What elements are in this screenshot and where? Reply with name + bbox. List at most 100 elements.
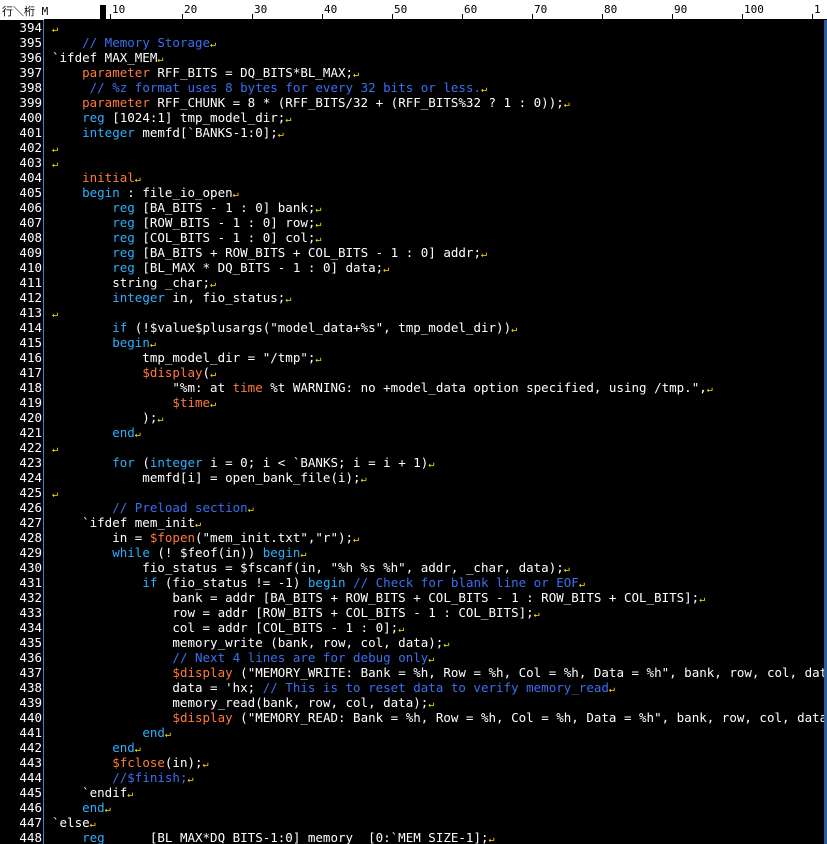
newline-marker-icon: ↵ bbox=[52, 159, 59, 170]
code-line[interactable]: 414 if (!$value$plusargs("model_data+%s"… bbox=[0, 320, 827, 335]
code-line[interactable]: 445 `endif↵ bbox=[0, 785, 827, 800]
newline-marker-icon: ↵ bbox=[480, 249, 488, 260]
code-line[interactable]: 442 end↵ bbox=[0, 740, 827, 755]
code-line[interactable]: 447 `else↵ bbox=[0, 815, 827, 830]
code-line[interactable]: 439 memory_read(bank, row, col, data);↵ bbox=[0, 695, 827, 710]
line-number: 439 bbox=[19, 695, 42, 710]
code-token: [COL_BITS - 1 : 0] col; bbox=[134, 230, 316, 245]
code-token: $fopen bbox=[149, 530, 195, 545]
code-token: `else bbox=[52, 815, 90, 830]
code-line[interactable]: 431 if (fio_status != -1) begin // Check… bbox=[0, 575, 827, 590]
code-line[interactable]: 446 end↵ bbox=[0, 800, 827, 815]
code-line[interactable]: 423 for (integer i = 0; i < `BANKS; i = … bbox=[0, 455, 827, 470]
code-line[interactable]: 421 end↵ bbox=[0, 425, 827, 440]
ruler-mark: 90 bbox=[674, 3, 688, 16]
code-token: col = addr [COL_BITS - 1 : 0]; bbox=[52, 620, 399, 635]
code-line[interactable]: 404 initial↵ bbox=[0, 170, 827, 185]
code-token: (in); bbox=[164, 755, 203, 770]
code-line[interactable]: 422 ↵ bbox=[0, 440, 827, 455]
code-line[interactable]: 429 while (! $feof(in)) begin↵ bbox=[0, 545, 827, 560]
code-token: end bbox=[112, 740, 135, 755]
code-line[interactable]: 409 reg [BA_BITS + ROW_BITS + COL_BITS -… bbox=[0, 245, 827, 260]
code-line[interactable]: 427 `ifdef mem_init↵ bbox=[0, 515, 827, 530]
line-number: 424 bbox=[19, 470, 42, 485]
code-line[interactable]: 425 ↵ bbox=[0, 485, 827, 500]
code-line[interactable]: 444 //$finish;↵ bbox=[0, 770, 827, 785]
line-number: 417 bbox=[19, 365, 42, 380]
code-line[interactable]: 443 $fclose(in);↵ bbox=[0, 755, 827, 770]
line-number: 428 bbox=[19, 530, 42, 545]
code-line[interactable]: 438 data = 'hx; // This is to reset data… bbox=[0, 680, 827, 695]
line-number: 447 bbox=[19, 815, 42, 830]
code-line[interactable]: 397 parameter RFF_BITS = DQ_BITS*BL_MAX;… bbox=[0, 65, 827, 80]
code-token: $display bbox=[172, 710, 233, 725]
newline-marker-icon: ↵ bbox=[127, 789, 134, 800]
code-line[interactable]: 402 ↵ bbox=[0, 140, 827, 155]
newline-marker-icon: ↵ bbox=[699, 594, 706, 605]
code-line[interactable]: 417 $display(↵ bbox=[0, 365, 827, 380]
code-line[interactable]: 430 fio_status = $fscanf(in, "%h %s %h",… bbox=[0, 560, 827, 575]
code-line[interactable]: 395 // Memory Storage↵ bbox=[0, 35, 827, 50]
code-line[interactable]: 398 // %z format uses 8 bytes for every … bbox=[0, 80, 827, 95]
newline-marker-icon: ↵ bbox=[89, 819, 96, 830]
code-line[interactable]: 415 begin↵ bbox=[0, 335, 827, 350]
code-line[interactable]: 419 $time↵ bbox=[0, 395, 827, 410]
code-line[interactable]: 428 in = $fopen("mem_init.txt","r");↵ bbox=[0, 530, 827, 545]
newline-marker-icon: ↵ bbox=[706, 384, 713, 395]
code-line[interactable]: 424 memfd[i] = open_bank_file(i);↵ bbox=[0, 470, 827, 485]
code-line[interactable]: 418 "%m: at time %t WARNING: no +model_d… bbox=[0, 380, 827, 395]
code-token: parameter bbox=[82, 95, 150, 110]
code-line[interactable]: 399 parameter RFF_CHUNK = 8 * (RFF_BITS/… bbox=[0, 95, 827, 110]
code-line[interactable]: 413 ↵ bbox=[0, 305, 827, 320]
code-line[interactable]: 396 `ifdef MAX_MEM↵ bbox=[0, 50, 827, 65]
code-line[interactable]: 401 integer memfd[`BANKS-1:0];↵ bbox=[0, 125, 827, 140]
line-number: 405 bbox=[19, 185, 42, 200]
code-token: (!$value$plusargs("model_data+%s", tmp_m… bbox=[127, 320, 512, 335]
code-line[interactable]: 434 col = addr [COL_BITS - 1 : 0];↵ bbox=[0, 620, 827, 635]
line-number: 409 bbox=[19, 245, 42, 260]
newline-marker-icon: ↵ bbox=[285, 294, 292, 305]
ruler-corner-label: 行＼桁 M bbox=[2, 5, 49, 18]
code-line[interactable]: 441 end↵ bbox=[0, 725, 827, 740]
code-token: end bbox=[112, 425, 135, 440]
line-number: 402 bbox=[19, 140, 42, 155]
code-token: reg bbox=[112, 260, 135, 275]
code-line[interactable]: 436 // Next 4 lines are for debug only↵ bbox=[0, 650, 827, 665]
code-line[interactable]: 435 memory_write (bank, row, col, data);… bbox=[0, 635, 827, 650]
code-line[interactable]: 411 string _char;↵ bbox=[0, 275, 827, 290]
newline-marker-icon: ↵ bbox=[315, 204, 322, 215]
code-token: i = 0; i < `BANKS; i = i + 1) bbox=[202, 455, 429, 470]
code-line[interactable]: 420 );↵ bbox=[0, 410, 827, 425]
code-line[interactable]: 412 integer in, fio_status;↵ bbox=[0, 290, 827, 305]
code-line[interactable]: 405 begin : file_io_open↵ bbox=[0, 185, 827, 200]
code-line[interactable]: 433 row = addr [ROW_BITS + COL_BITS - 1 … bbox=[0, 605, 827, 620]
code-line[interactable]: 394 ↵ bbox=[0, 20, 827, 35]
code-line[interactable]: 408 reg [COL_BITS - 1 : 0] col;↵ bbox=[0, 230, 827, 245]
code-line[interactable]: 432 bank = addr [BA_BITS + ROW_BITS + CO… bbox=[0, 590, 827, 605]
line-number: 395 bbox=[19, 35, 42, 50]
code-line[interactable]: 416 tmp_model_dir = "/tmp";↵ bbox=[0, 350, 827, 365]
code-line[interactable]: 448 reg [BL_MAX*DQ_BITS-1:0] memory [0:`… bbox=[0, 830, 827, 844]
code-line[interactable]: 410 reg [BL_MAX * DQ_BITS - 1 : 0] data;… bbox=[0, 260, 827, 275]
code-line[interactable]: 400 reg [1024:1] tmp_model_dir;↵ bbox=[0, 110, 827, 125]
newline-marker-icon: ↵ bbox=[164, 729, 171, 740]
code-line[interactable]: 407 reg [ROW_BITS - 1 : 0] row;↵ bbox=[0, 215, 827, 230]
code-line[interactable]: 437 $display ("MEMORY_WRITE: Bank = %h, … bbox=[0, 665, 827, 680]
code-line[interactable]: 403 ↵ bbox=[0, 155, 827, 170]
code-line[interactable]: 406 reg [BA_BITS - 1 : 0] bank;↵ bbox=[0, 200, 827, 215]
code-line[interactable]: 440 $display ("MEMORY_READ: Bank = %h, R… bbox=[0, 710, 827, 725]
line-number: 444 bbox=[19, 770, 42, 785]
ruler-mark: 1 bbox=[814, 3, 821, 16]
ruler-mark: 10 bbox=[112, 3, 126, 16]
code-line[interactable]: 426 // Preload section↵ bbox=[0, 500, 827, 515]
code-token: in, fio_status; bbox=[164, 290, 286, 305]
newline-marker-icon: ↵ bbox=[398, 624, 405, 635]
